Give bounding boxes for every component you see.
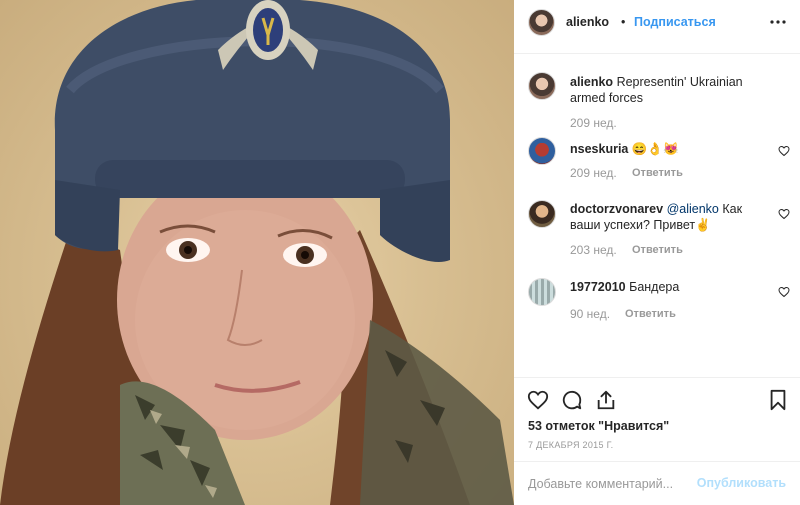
comment-username[interactable]: doctorzvonarev bbox=[570, 202, 663, 216]
comments-list[interactable]: alienko Representin' Ukrainian armed for… bbox=[514, 54, 800, 377]
comment-avatar[interactable] bbox=[528, 278, 556, 306]
comment-bubble-icon[interactable] bbox=[561, 389, 583, 411]
like-comment-heart-icon[interactable] bbox=[778, 286, 790, 298]
comment-item: 19772010 Бандера 90 нед. Ответить bbox=[528, 278, 790, 328]
comment-avatar[interactable] bbox=[528, 137, 556, 165]
post-side-panel: alienko • Подписаться alienko Representi… bbox=[514, 0, 800, 505]
follow-button[interactable]: Подписаться bbox=[634, 15, 716, 29]
likes-count[interactable]: 53 отметок "Нравится" bbox=[528, 419, 669, 433]
comment-text: 😄👌😻 bbox=[631, 142, 679, 156]
comment-item: doctorzvonarev @alienko Как ваши успехи?… bbox=[528, 200, 790, 262]
header-separator: • bbox=[621, 15, 626, 29]
author-avatar[interactable] bbox=[528, 9, 555, 36]
comment-username[interactable]: nseskuria bbox=[570, 142, 628, 156]
comment-mention[interactable]: @alienko bbox=[667, 202, 719, 216]
comment-time[interactable]: 209 нед. bbox=[570, 166, 617, 180]
selfie-photo-illustration bbox=[0, 0, 514, 505]
comment-text-block: 19772010 Бандера bbox=[570, 279, 775, 295]
post-actions: 53 отметок "Нравится" 7 ДЕКАБРЯ 2015 Г. bbox=[514, 377, 800, 461]
more-options-icon[interactable] bbox=[770, 14, 786, 30]
reply-button[interactable]: Ответить bbox=[632, 167, 683, 179]
comment-item: nseskuria 😄👌😻 209 нед. Ответить bbox=[528, 137, 790, 187]
comment-text: Бандера bbox=[629, 280, 680, 294]
post-header: alienko • Подписаться bbox=[514, 0, 800, 54]
comment-time[interactable]: 90 нед. bbox=[570, 307, 610, 321]
caption-text-block: alienko Representin' Ukrainian armed for… bbox=[570, 74, 775, 106]
comment-text-block: doctorzvonarev @alienko Как ваши успехи?… bbox=[570, 201, 775, 233]
like-heart-icon[interactable] bbox=[527, 389, 549, 411]
comment-text-block: nseskuria 😄👌😻 bbox=[570, 141, 775, 157]
share-upload-icon[interactable] bbox=[595, 389, 617, 411]
caption-item: alienko Representin' Ukrainian armed for… bbox=[528, 72, 790, 132]
caption-username[interactable]: alienko bbox=[570, 75, 613, 89]
caption-time[interactable]: 209 нед. bbox=[570, 116, 617, 130]
reply-button[interactable]: Ответить bbox=[625, 308, 676, 320]
author-username[interactable]: alienko bbox=[566, 15, 609, 29]
post-date[interactable]: 7 ДЕКАБРЯ 2015 Г. bbox=[528, 440, 613, 450]
reply-button[interactable]: Ответить bbox=[632, 244, 683, 256]
comment-input[interactable] bbox=[528, 474, 698, 494]
like-comment-heart-icon[interactable] bbox=[778, 208, 790, 220]
post-photo[interactable] bbox=[0, 0, 514, 505]
publish-comment-button[interactable]: Опубликовать bbox=[697, 476, 786, 490]
comment-time[interactable]: 203 нед. bbox=[570, 243, 617, 257]
comment-username[interactable]: 19772010 bbox=[570, 280, 626, 294]
comment-avatar[interactable] bbox=[528, 200, 556, 228]
caption-author-avatar[interactable] bbox=[528, 72, 556, 100]
add-comment-bar: Опубликовать bbox=[514, 461, 800, 505]
save-bookmark-icon[interactable] bbox=[767, 389, 789, 411]
like-comment-heart-icon[interactable] bbox=[778, 145, 790, 157]
